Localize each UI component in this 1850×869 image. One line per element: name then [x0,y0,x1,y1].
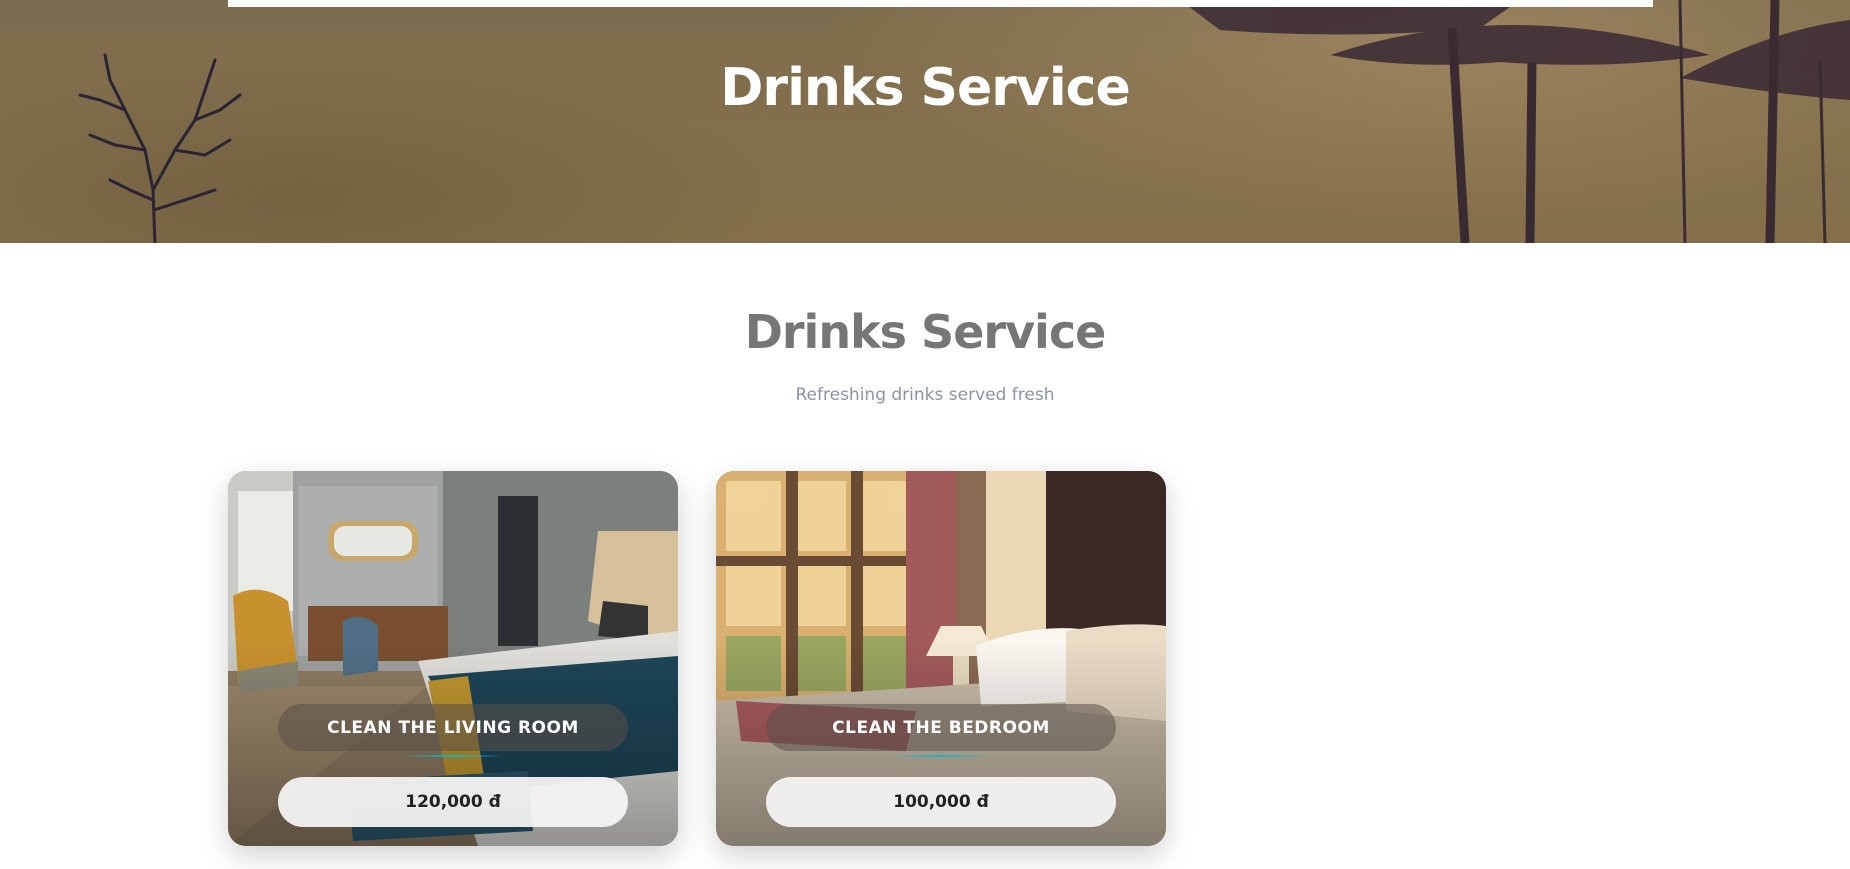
accent-line-divider [403,755,503,757]
umbrella-silhouettes-image [1180,0,1850,243]
hero-banner: Drinks Service [0,0,1850,243]
service-card-bedroom[interactable]: CLEAN THE BEDROOM 100,000 đ [716,471,1166,846]
price-button[interactable]: 100,000 đ [766,777,1116,827]
section-title: Drinks Service [744,305,1107,359]
service-name-label: CLEAN THE LIVING ROOM [278,704,628,751]
accent-line-divider [891,755,991,757]
service-name-label: CLEAN THE BEDROOM [766,704,1116,751]
section-subtitle: Refreshing drinks served fresh [795,385,1055,405]
price-button[interactable]: 120,000 đ [278,777,628,827]
header-bar [228,0,1653,7]
hero-title: Drinks Service [720,58,1130,118]
service-card-living-room[interactable]: CLEAN THE LIVING ROOM 120,000 đ [228,471,678,846]
